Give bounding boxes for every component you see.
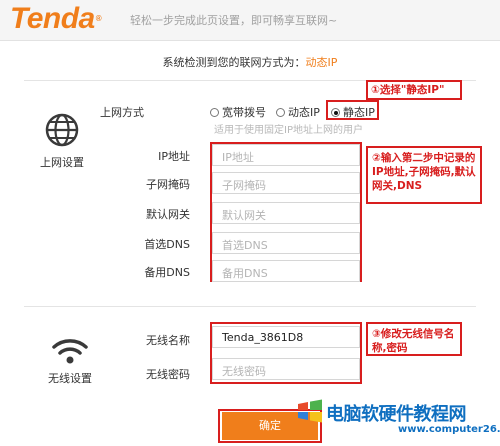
wireless-password-label: 无线密码: [146, 368, 190, 381]
internet-settings-title: 上网设置: [40, 156, 84, 169]
annotation-step1: ①选择"静态IP": [366, 80, 462, 100]
secondary-dns-input[interactable]: 备用DNS: [212, 260, 360, 282]
primary-dns-input[interactable]: 首选DNS: [212, 232, 360, 254]
default-gateway-input[interactable]: 默认网关: [212, 202, 360, 224]
divider-middle: [24, 306, 476, 307]
annotation-step2: ②输入第二步中记录的IP地址,子网掩码,默认网关,DNS: [366, 146, 482, 204]
detected-connection-text: 系统检测到您的联网方式为：动态IP: [162, 56, 338, 69]
wireless-name-label: 无线名称: [146, 334, 190, 347]
watermark-text: 电脑软硬件教程网: [326, 404, 467, 425]
annotation-box-static-ip: [326, 100, 379, 120]
default-gateway-label: 默认网关: [146, 208, 190, 221]
watermark-url: www.computer26.com: [398, 424, 500, 435]
radio-dhcp[interactable]: 动态IP: [276, 104, 320, 120]
wireless-password-input[interactable]: 无线密码: [212, 358, 360, 380]
static-ip-hint: 适用于使用固定IP地址上网的用户: [214, 125, 363, 136]
globe-icon: [45, 113, 79, 147]
wifi-icon: [52, 339, 88, 364]
windows-logo-icon: [298, 399, 322, 423]
wireless-settings-title: 无线设置: [48, 372, 92, 385]
wireless-name-input[interactable]: Tenda_3861D8: [212, 326, 360, 348]
radio-pppoe-circle[interactable]: [210, 108, 219, 117]
secondary-dns-label: 备用DNS: [144, 266, 190, 279]
subnet-mask-input[interactable]: 子网掩码: [212, 172, 360, 194]
tenda-logo: Tenda®: [10, 2, 102, 35]
radio-pppoe[interactable]: 宽带拨号: [210, 104, 266, 120]
subnet-mask-label: 子网掩码: [146, 178, 190, 191]
connection-mode-label: 上网方式: [100, 106, 144, 119]
ip-address-label: IP地址: [158, 150, 190, 163]
radio-dhcp-circle[interactable]: [276, 108, 285, 117]
detected-connection-value: 动态IP: [305, 56, 338, 69]
primary-dns-label: 首选DNS: [144, 238, 190, 251]
annotation-step3: ③修改无线信号名称,密码: [366, 322, 462, 356]
ip-address-input[interactable]: IP地址: [212, 144, 360, 166]
header-slogan: 轻松一步完成此页设置，即可畅享互联网~: [130, 14, 338, 27]
